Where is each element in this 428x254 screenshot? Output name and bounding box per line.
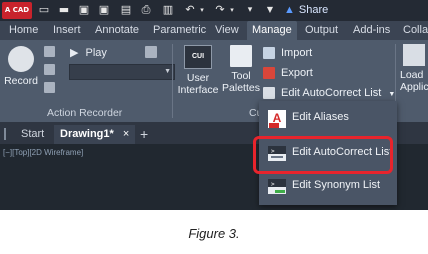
autocad-screenshot: A CAD ▭ ▬ ▣ ▣ ▤ ⎙ ▥ ↶ ▾ ↷ ▾ ▾ ▼ ▲ Share H…: [0, 0, 428, 210]
menu-item-edit-aliases[interactable]: A Edit Aliases: [263, 106, 393, 132]
autocad-logo[interactable]: A CAD: [2, 2, 32, 19]
tab-drawing1[interactable]: Drawing1* ×: [54, 125, 136, 144]
user-interface-button[interactable]: CUI User Interface: [176, 45, 220, 96]
edit-list-icon: [263, 87, 275, 100]
save-icon[interactable]: ▣: [78, 4, 90, 16]
tab-home[interactable]: Home: [9, 21, 38, 40]
svg-text:>_: >_: [271, 181, 279, 188]
cui-icon: CUI: [184, 45, 212, 69]
overflow-icon[interactable]: ▼: [264, 4, 276, 16]
load-application-button[interactable]: Load Applicati: [400, 44, 428, 93]
tab-insert[interactable]: Insert: [53, 21, 81, 40]
recorder-settings-icon[interactable]: [44, 46, 55, 57]
share-button[interactable]: ▲ Share: [284, 2, 328, 19]
load-application-icon: [403, 44, 425, 66]
web-mobile-icon[interactable]: ▤: [120, 4, 132, 16]
open-icon[interactable]: ▬: [58, 4, 70, 16]
tab-annotate[interactable]: Annotate: [95, 21, 139, 40]
tab-view[interactable]: View: [215, 21, 239, 40]
play-button[interactable]: ▶ Play: [70, 46, 107, 59]
export-button[interactable]: Export: [263, 65, 313, 81]
quick-access-toolbar: A CAD ▭ ▬ ▣ ▣ ▤ ⎙ ▥ ↶ ▾ ↷ ▾ ▾ ▼ ▲ Share: [0, 0, 428, 21]
tab-start[interactable]: Start: [21, 125, 44, 144]
tool-palettes-icon: [230, 45, 252, 67]
tab-parametric[interactable]: Parametric: [153, 21, 206, 40]
share-icon: ▲: [284, 4, 295, 16]
record-icon: [8, 46, 34, 72]
export-icon: [263, 67, 275, 80]
more-icon[interactable]: ▾: [244, 4, 256, 16]
new-tab-button[interactable]: +: [140, 125, 148, 144]
ribbon-tabs: Home Insert Annotate Parametric View Man…: [0, 21, 428, 40]
save-as-icon[interactable]: ▣: [98, 4, 110, 16]
new-icon[interactable]: ▭: [38, 4, 50, 16]
edit-autocorrect-list-split-button[interactable]: Edit AutoCorrect List ▼: [263, 85, 395, 101]
import-button[interactable]: Import: [263, 45, 312, 61]
action-macro-select[interactable]: ▼: [69, 64, 175, 80]
record-button[interactable]: Record: [4, 46, 38, 87]
redo-icon[interactable]: ↷: [214, 4, 226, 16]
tab-grip: [4, 128, 6, 140]
tab-output[interactable]: Output: [305, 21, 338, 40]
tab-collaborate[interactable]: Colla: [403, 21, 428, 40]
import-icon: [263, 47, 275, 60]
undo-dropdown-icon[interactable]: ▾: [196, 4, 208, 16]
panel-label-action-recorder: Action Recorder: [47, 107, 123, 119]
print-icon[interactable]: ⎙: [140, 4, 152, 16]
tab-manage[interactable]: Manage: [247, 21, 297, 40]
chevron-down-icon: ▼: [164, 68, 171, 75]
viewport-controls[interactable]: [−][Top][2D Wireframe]: [3, 148, 83, 157]
play-icon: ▶: [70, 47, 79, 59]
highlight-box: [253, 136, 393, 174]
insert-message-icon[interactable]: [44, 64, 55, 75]
redo-dropdown-icon[interactable]: ▾: [226, 4, 238, 16]
request-input-icon[interactable]: [44, 82, 55, 93]
undo-icon[interactable]: ↶: [184, 4, 196, 16]
pgp-aliases-icon: A: [268, 110, 286, 128]
close-icon[interactable]: ×: [123, 128, 129, 140]
svg-text:A: A: [273, 111, 282, 125]
menu-item-edit-synonym-list[interactable]: >_ Edit Synonym List: [263, 174, 393, 200]
tool-palettes-button[interactable]: Tool Palettes: [221, 45, 261, 94]
tab-add-ins[interactable]: Add-ins: [353, 21, 390, 40]
synonym-list-icon: >_: [268, 179, 286, 194]
panel-divider: [172, 44, 173, 118]
figure-caption: Figure 3.: [188, 226, 240, 241]
action-tree-icon[interactable]: [145, 46, 157, 58]
plot-icon[interactable]: ▥: [162, 4, 174, 16]
